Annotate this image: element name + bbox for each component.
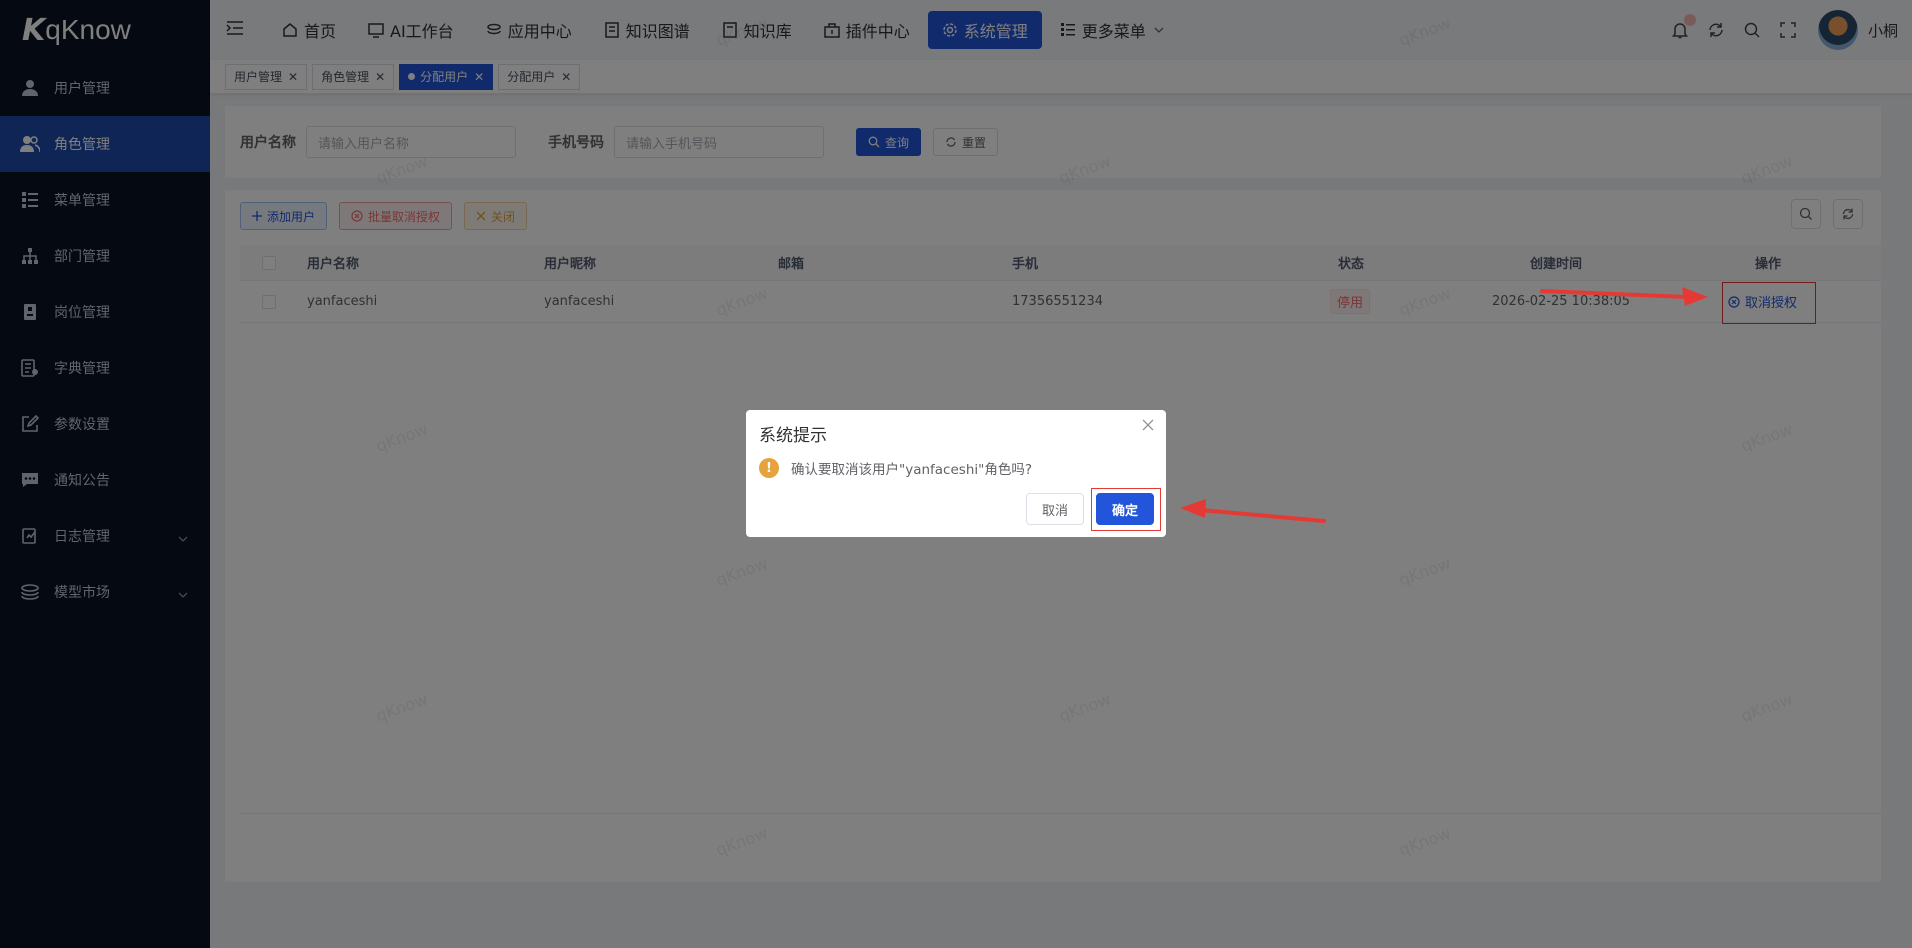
- annotation-highlight-box: [1091, 488, 1161, 531]
- dialog-title: 系统提示: [759, 426, 827, 446]
- warning-icon: !: [759, 458, 779, 478]
- dialog-message-text: 确认要取消该用户"yanfaceshi"角色吗?: [791, 462, 1032, 478]
- dialog-message: ! 确认要取消该用户"yanfaceshi"角色吗?: [759, 458, 1032, 478]
- cancel-button[interactable]: 取消: [1025, 493, 1084, 525]
- cancel-label: 取消: [1041, 503, 1068, 519]
- close-icon[interactable]: [1142, 419, 1154, 435]
